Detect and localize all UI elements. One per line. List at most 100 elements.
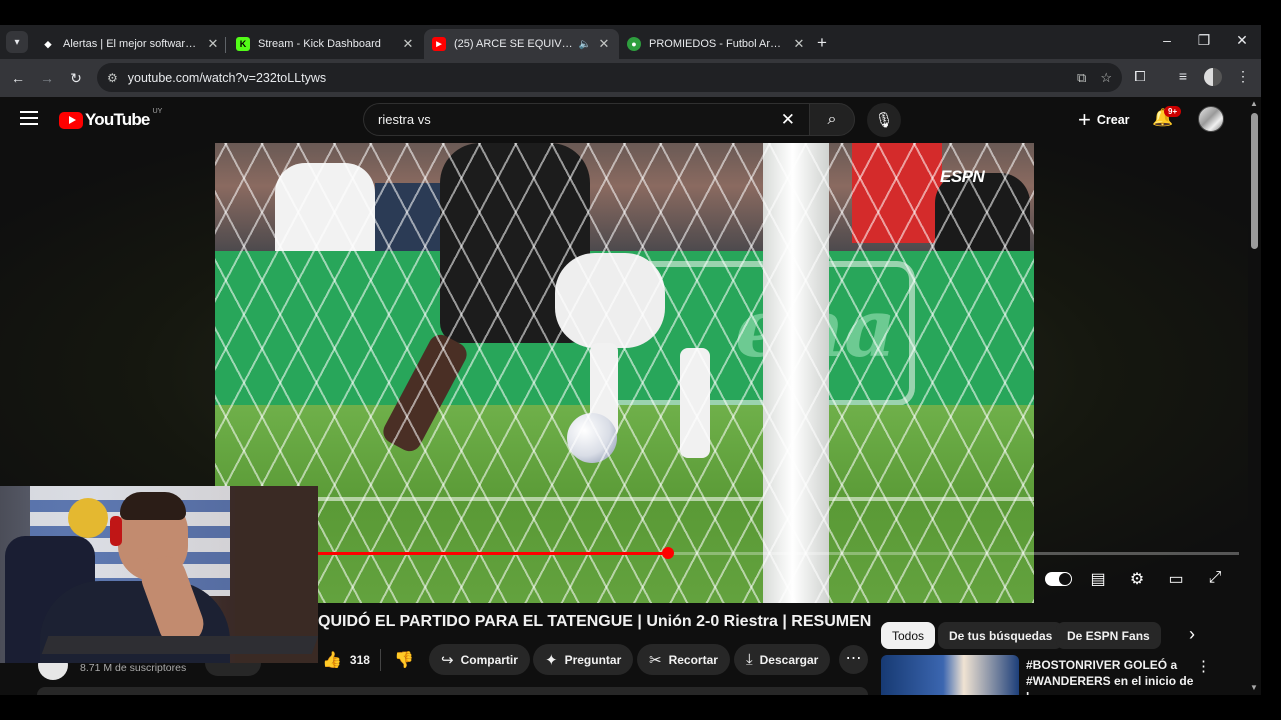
plus-icon: +: [817, 33, 827, 52]
share-button[interactable]: ↪ Compartir: [429, 644, 530, 675]
create-button[interactable]: + Crear: [1066, 105, 1142, 135]
settings-gear-icon[interactable]: ⚙: [1125, 569, 1149, 589]
progress-played: [318, 552, 668, 555]
tab-kick-dashboard[interactable]: K Stream - Kick Dashboard ✕: [228, 29, 423, 59]
restore-button[interactable]: ❐: [1194, 32, 1214, 49]
description-box[interactable]: [37, 687, 868, 695]
clip-button[interactable]: ✂ Recortar: [637, 644, 730, 675]
chevron-right-icon[interactable]: ›: [1180, 624, 1204, 648]
account-avatar[interactable]: [1198, 106, 1224, 132]
minimize-button[interactable]: –: [1157, 32, 1177, 48]
ball-icon: ●: [627, 37, 641, 51]
media-controls-icon[interactable]: ≡: [1173, 68, 1193, 84]
youtube-wordmark: YouTube: [85, 110, 150, 129]
extensions-icon[interactable]: ⧠: [1130, 68, 1150, 85]
restore-icon: ❐: [1197, 32, 1211, 48]
tab-title: Stream - Kick Dashboard: [258, 38, 381, 50]
recommendation-title[interactable]: #BOSTONRIVER GOLEÓ a #WANDERERS en el in…: [1026, 657, 1196, 695]
scroll-up-icon[interactable]: ▲: [1250, 99, 1258, 108]
close-icon[interactable]: ✕: [401, 36, 415, 52]
goal-net: [215, 143, 1034, 603]
chip-espn-fans[interactable]: De ESPN Fans: [1056, 622, 1161, 649]
forward-button[interactable]: →: [37, 68, 57, 88]
thumbs-down-icon[interactable]: 👎: [394, 650, 414, 670]
youtube-icon: ▶: [432, 37, 446, 51]
new-tab-button[interactable]: +: [817, 33, 827, 53]
clip-label: Recortar: [668, 652, 718, 667]
chip-todos[interactable]: Todos: [881, 622, 936, 649]
close-icon[interactable]: ✕: [597, 36, 611, 52]
site-info-icon[interactable]: ⚙: [107, 71, 118, 85]
subtitles-icon[interactable]: ▤: [1086, 569, 1110, 589]
address-bar[interactable]: ⚙ youtube.com/watch?v=232toLLtyws ⧉ ☆: [97, 63, 1122, 92]
youtube-play-icon: [59, 111, 83, 129]
download-button[interactable]: ⤓ Descargar: [734, 644, 831, 675]
url-text: youtube.com/watch?v=232toLLtyws: [127, 70, 327, 85]
keyboard: [41, 636, 318, 654]
tab-alertas[interactable]: ◆ Alertas | El mejor software para ✕: [33, 29, 228, 59]
ask-label: Preguntar: [564, 652, 622, 667]
tab-title: Alertas | El mejor software para: [63, 38, 200, 50]
subscriber-count: 8.71 M de suscriptores: [80, 662, 187, 674]
reload-button[interactable]: ↻: [66, 68, 86, 88]
back-button[interactable]: ←: [8, 68, 28, 88]
tab-title: PROMIEDOS - Futbol Argentino: [649, 38, 786, 50]
scrubber-handle[interactable]: [661, 547, 674, 559]
close-icon[interactable]: ✕: [792, 36, 806, 52]
tab-youtube-video[interactable]: ▶ (25) ARCE SE EQUIVOCÓ Y 🔈 ✕: [424, 29, 619, 59]
install-app-icon[interactable]: ⧉: [1077, 70, 1086, 86]
tab-search-button[interactable]: ▾: [6, 31, 28, 53]
more-actions-button[interactable]: ⋯: [839, 645, 868, 674]
browser-chrome: ▾ ◆ Alertas | El mejor software para ✕ K…: [0, 25, 1261, 97]
close-icon[interactable]: ✕: [206, 36, 220, 52]
thumbs-up-icon[interactable]: 👍: [322, 650, 342, 670]
reload-icon: ↻: [70, 70, 82, 86]
profile-avatar-icon[interactable]: [1204, 68, 1222, 86]
diamond-icon: ◆: [44, 38, 52, 49]
progress-bar[interactable]: [318, 547, 1239, 559]
like-count[interactable]: 318: [350, 653, 370, 667]
search-button[interactable]: ⌕: [809, 103, 855, 136]
tab-title: (25) ARCE SE EQUIVOCÓ Y: [454, 38, 575, 50]
youtube-logo[interactable]: YouTube UY: [59, 107, 163, 130]
kebab-menu-icon[interactable]: ⋮: [1196, 657, 1211, 675]
search-query: riestra vs: [378, 112, 431, 127]
recommendation-thumbnail[interactable]: [881, 655, 1019, 695]
fullscreen-icon[interactable]: ⤢: [1203, 569, 1227, 587]
autoplay-toggle[interactable]: [1045, 572, 1072, 586]
search-input[interactable]: riestra vs ✕: [363, 103, 809, 136]
ask-button[interactable]: ✦ Preguntar: [533, 644, 634, 675]
country-code: UY: [152, 107, 163, 115]
streamer-hair: [120, 492, 186, 520]
download-label: Descargar: [759, 652, 819, 667]
download-icon: ⤓: [746, 651, 753, 668]
chip-from-searches[interactable]: De tus búsquedas: [938, 622, 1064, 649]
tab-promiedos[interactable]: ● PROMIEDOS - Futbol Argentino ✕: [619, 29, 814, 59]
tab-divider: [225, 37, 226, 53]
video-player[interactable]: ena ESPN: [215, 143, 1034, 603]
search-icon: ⌕: [827, 110, 837, 128]
espn-watermark: ESPN: [940, 167, 985, 186]
scrollbar-thumb[interactable]: [1251, 113, 1258, 249]
kick-icon: K: [236, 37, 250, 51]
create-label: Crear: [1096, 113, 1130, 127]
window-close-button[interactable]: ✕: [1232, 32, 1252, 49]
more-horizontal-icon: ⋯: [845, 650, 862, 667]
share-icon: ↪: [441, 651, 454, 669]
plus-icon: +: [1078, 107, 1091, 132]
minimize-icon: –: [1163, 32, 1171, 48]
voice-search-button[interactable]: 🎙: [867, 103, 901, 137]
chevron-down-icon: ▾: [14, 36, 20, 48]
bookmark-star-icon[interactable]: ☆: [1100, 70, 1112, 86]
kebab-menu-icon[interactable]: ⋮: [1233, 68, 1253, 85]
share-label: Compartir: [460, 652, 518, 667]
speaker-icon[interactable]: 🔈: [579, 39, 591, 50]
theater-mode-icon[interactable]: ▭: [1164, 569, 1188, 589]
hamburger-menu-icon[interactable]: [20, 111, 38, 125]
page-scrollbar[interactable]: ▲ ▼: [1248, 97, 1261, 695]
clear-search-icon[interactable]: ✕: [781, 110, 795, 130]
scroll-down-icon[interactable]: ▼: [1250, 683, 1258, 692]
scissors-icon: ✂: [649, 651, 662, 669]
browser-toolbar: ← → ↻ ⚙ youtube.com/watch?v=232toLLtyws …: [0, 59, 1261, 97]
notification-badge: 9+: [1164, 106, 1182, 117]
